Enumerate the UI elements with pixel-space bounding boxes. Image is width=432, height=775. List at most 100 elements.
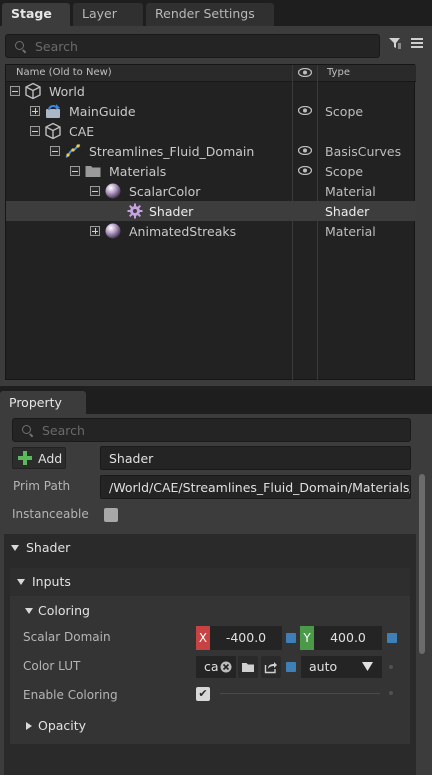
- instanceable-checkbox[interactable]: [104, 508, 118, 522]
- tree-row-type: Shader: [325, 204, 370, 219]
- tree-row-label: Shader: [149, 204, 194, 219]
- inputs-section-header[interactable]: Inputs: [10, 568, 410, 596]
- eye-icon[interactable]: [298, 146, 312, 155]
- x-axis-badge: X: [196, 626, 210, 650]
- tree-row-cae[interactable]: CAE: [6, 121, 416, 141]
- tree-row-type: Material: [325, 224, 376, 239]
- default-indicator: [389, 665, 393, 669]
- scalar-domain-x-field[interactable]: -400.0: [210, 626, 282, 650]
- expand-icon[interactable]: [90, 226, 100, 236]
- eye-icon[interactable]: [298, 166, 312, 175]
- tree-row-type: Scope: [325, 164, 364, 179]
- stage-search-placeholder: Search: [35, 39, 78, 54]
- color-lut-mode-value: auto: [309, 659, 338, 674]
- tree-row-animatedstreaks[interactable]: AnimatedStreaks Material: [6, 221, 416, 241]
- opacity-section-title: Opacity: [38, 718, 87, 733]
- keyframe-toggle[interactable]: [286, 662, 296, 672]
- eye-icon[interactable]: [298, 106, 312, 115]
- shader-gear-icon: [127, 203, 143, 219]
- add-button[interactable]: Add: [12, 447, 66, 469]
- collapse-icon[interactable]: [70, 166, 80, 176]
- tree-row-type: Scope: [325, 104, 364, 119]
- opacity-section-header[interactable]: Opacity: [10, 715, 410, 737]
- collapse-triangle-icon: [17, 579, 25, 585]
- expand-triangle-icon: [26, 722, 32, 730]
- shader-section-title: Shader: [26, 540, 71, 555]
- enable-coloring-label: Enable Coloring: [23, 688, 118, 702]
- hamburger-menu-icon[interactable]: [411, 38, 423, 48]
- tree-row-type: BasisCurves: [325, 144, 402, 159]
- tab-stage[interactable]: Stage: [2, 3, 70, 26]
- folder-icon: [242, 663, 254, 672]
- keyframe-toggle[interactable]: [387, 633, 397, 643]
- tree-row-label: ScalarColor: [129, 184, 201, 199]
- color-lut-mode-select[interactable]: auto: [301, 656, 382, 678]
- tree-row-label: AnimatedStreaks: [129, 224, 237, 239]
- search-icon: [22, 425, 31, 434]
- enable-coloring-checkbox[interactable]: ✔: [196, 687, 210, 701]
- column-header-name[interactable]: Name (Old to New): [16, 67, 112, 78]
- color-lut-label: Color LUT: [23, 659, 81, 673]
- property-search-input[interactable]: Search: [12, 418, 411, 442]
- coloring-section-title: Coloring: [38, 603, 90, 618]
- tab-property[interactable]: Property: [0, 391, 86, 414]
- stage-tabbar: Stage Layer Render Settings: [0, 0, 432, 26]
- color-lut-path-text: ca: [204, 659, 219, 674]
- clear-icon[interactable]: [220, 661, 232, 673]
- tree-row-materials[interactable]: Materials Scope: [6, 161, 416, 181]
- cube-icon: [25, 82, 41, 100]
- share-icon: [264, 662, 277, 674]
- tab-layer[interactable]: Layer: [73, 3, 143, 26]
- inputs-section: Inputs Coloring Scalar Domain X -400.0 Y…: [10, 568, 410, 744]
- expand-icon[interactable]: [30, 106, 40, 116]
- collapse-icon[interactable]: [30, 126, 40, 136]
- prim-path-field[interactable]: /World/CAE/Streamlines_Fluid_Domain/Mate…: [100, 475, 411, 499]
- cube-icon: [45, 122, 61, 140]
- collapse-icon[interactable]: [50, 146, 60, 156]
- keyframe-toggle[interactable]: [286, 633, 296, 643]
- tree-row-shader[interactable]: Shader Shader: [6, 201, 416, 221]
- coloring-section: Coloring Scalar Domain X -400.0 Y 400.0 …: [10, 596, 410, 744]
- folder-icon: [85, 166, 101, 177]
- instanceable-label: Instanceable: [12, 507, 89, 521]
- default-indicator: [389, 691, 393, 695]
- collapse-icon[interactable]: [90, 186, 100, 196]
- add-button-label: Add: [38, 451, 63, 466]
- filter-icon[interactable]: [388, 36, 402, 50]
- collapse-triangle-icon: [25, 608, 33, 614]
- shader-section-header[interactable]: Shader: [4, 534, 416, 562]
- coloring-section-header[interactable]: Coloring: [10, 600, 410, 622]
- tree-row-scalarcolor[interactable]: ScalarColor Material: [6, 181, 416, 201]
- property-body: Search Add Shader Prim Path /World/CAE/S…: [0, 414, 432, 775]
- collapse-icon[interactable]: [10, 86, 20, 96]
- divider: [220, 693, 380, 694]
- open-external-button[interactable]: [261, 656, 281, 678]
- tree-row-mainguide[interactable]: MainGuide Scope: [6, 101, 416, 121]
- browse-folder-button[interactable]: [238, 656, 258, 678]
- inputs-section-title: Inputs: [32, 574, 71, 589]
- search-icon: [15, 41, 24, 50]
- scalar-domain-y-field[interactable]: 400.0: [314, 626, 382, 650]
- scalar-domain-label: Scalar Domain: [23, 630, 111, 644]
- material-sphere-icon: [105, 183, 121, 199]
- tab-render-settings[interactable]: Render Settings: [146, 3, 274, 26]
- prim-name-field[interactable]: Shader: [100, 446, 411, 470]
- curves-icon: [65, 144, 81, 158]
- property-search-placeholder: Search: [42, 423, 85, 438]
- prim-path-label: Prim Path: [13, 479, 71, 493]
- eye-icon[interactable]: [298, 68, 312, 77]
- stage-search-input[interactable]: Search: [5, 34, 380, 58]
- tree-row-streamlines[interactable]: Streamlines_Fluid_Domain BasisCurves: [6, 141, 416, 161]
- color-lut-path-field[interactable]: ca: [196, 656, 236, 678]
- column-header-type[interactable]: Type: [327, 67, 350, 78]
- property-panel: Property Search Add Shader Prim Path /Wo…: [0, 389, 432, 775]
- stage-panel: Stage Layer Render Settings Search Name …: [0, 0, 432, 386]
- collapse-triangle-icon: [11, 545, 19, 551]
- tree-row-label: World: [49, 84, 85, 99]
- plus-icon: [18, 451, 32, 465]
- tree-row-label: Materials: [109, 164, 167, 179]
- tree-row-label: CAE: [69, 124, 95, 139]
- chevron-down-icon: [362, 662, 373, 671]
- scrollbar-thumb[interactable]: [419, 474, 425, 654]
- tree-row-world[interactable]: World: [6, 81, 416, 101]
